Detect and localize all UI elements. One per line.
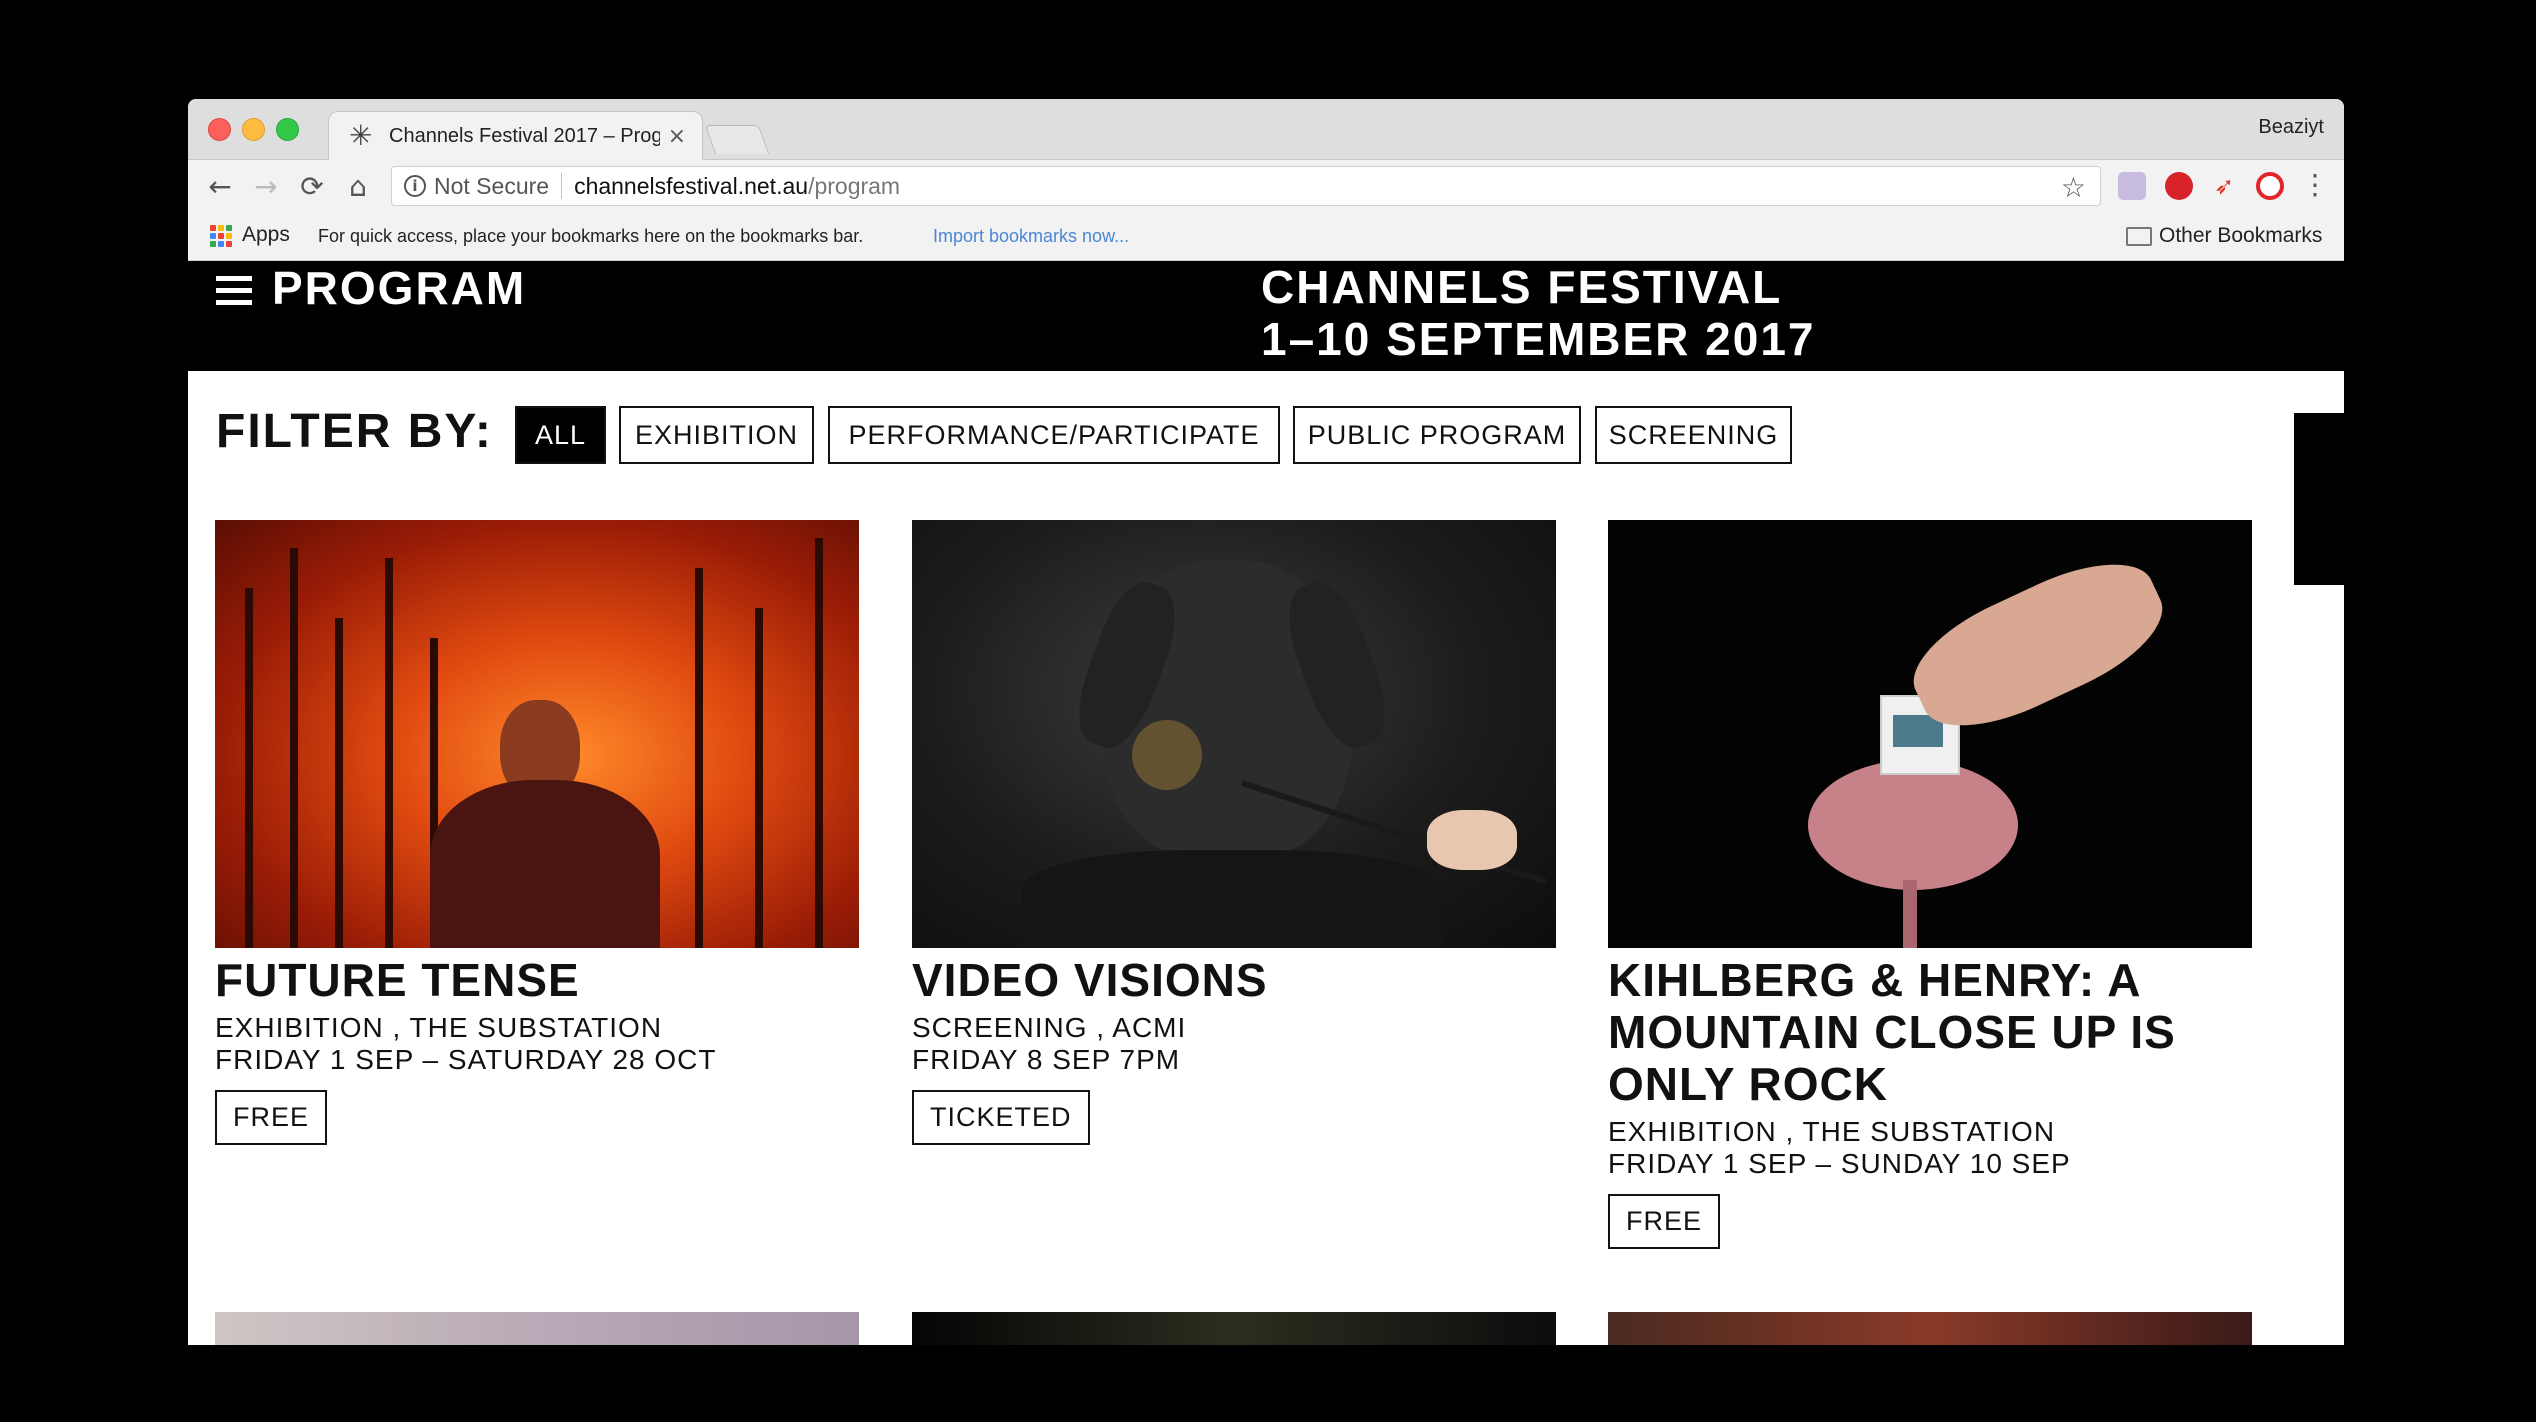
tab-strip: ✳ Channels Festival 2017 – Progr × Beazi… — [188, 99, 2344, 160]
home-icon[interactable]: ⌂ — [340, 168, 376, 204]
import-bookmarks-link[interactable]: Import bookmarks now... — [933, 226, 1129, 247]
card-image-partial[interactable] — [1608, 1312, 2252, 1345]
apps-shortcut[interactable]: Apps — [242, 223, 290, 247]
side-tab[interactable] — [2294, 413, 2344, 585]
program-card[interactable]: FUTURE TENSE EXHIBITION , THE SUBSTATION… — [215, 520, 859, 1145]
window-controls — [208, 118, 299, 141]
address-bar[interactable]: i Not Secure channelsfestival.net.au /pr… — [391, 166, 2101, 206]
opera-extension-icon[interactable] — [2256, 172, 2284, 200]
filter-public-program-button[interactable]: PUBLIC PROGRAM — [1293, 406, 1581, 464]
filter-label: FILTER BY: — [216, 405, 493, 458]
hamburger-menu-icon[interactable] — [216, 276, 252, 306]
pinterest-icon[interactable] — [2165, 172, 2193, 200]
card-dates: FRIDAY 1 SEP – SUNDAY 10 SEP — [1608, 1148, 2071, 1179]
festival-title[interactable]: CHANNELS FESTIVAL 1–10 SEPTEMBER 2017 — [1261, 261, 1816, 365]
card-title[interactable]: FUTURE TENSE — [215, 954, 859, 1006]
card-image-brain-slide[interactable] — [1608, 520, 2252, 948]
browser-tab-active[interactable]: ✳ Channels Festival 2017 – Progr × — [328, 111, 703, 160]
page-title[interactable]: PROGRAM — [272, 261, 526, 315]
card-dates: FRIDAY 8 SEP 7PM — [912, 1044, 1181, 1075]
forward-arrow-icon[interactable]: → — [248, 168, 284, 204]
other-bookmarks[interactable]: Other Bookmarks — [2159, 224, 2322, 248]
extension-notes-icon[interactable] — [2118, 172, 2146, 200]
program-card[interactable]: VIDEO VISIONS SCREENING , ACMI FRIDAY 8 … — [912, 520, 1556, 1145]
security-status[interactable]: Not Secure — [434, 173, 549, 200]
browser-menu-icon[interactable]: ⋮ — [2301, 168, 2329, 201]
back-arrow-icon[interactable]: ← — [202, 168, 238, 204]
maximize-window-button[interactable] — [276, 118, 299, 141]
card-dates: FRIDAY 1 SEP – SATURDAY 28 OCT — [215, 1044, 717, 1075]
site-header: PROGRAM CHANNELS FESTIVAL 1–10 SEPTEMBER… — [188, 261, 2344, 371]
filter-exhibition-button[interactable]: EXHIBITION — [619, 406, 814, 464]
filter-all-button[interactable]: ALL — [515, 406, 606, 464]
card-category-venue: EXHIBITION , THE SUBSTATION — [215, 1012, 663, 1043]
asterisk-favicon-icon: ✳ — [349, 119, 373, 152]
bookmark-star-icon[interactable]: ☆ — [2061, 171, 2086, 204]
festival-name: CHANNELS FESTIVAL — [1261, 261, 1783, 313]
card-price-badge: FREE — [1608, 1194, 1721, 1249]
omnibox-divider — [561, 173, 563, 199]
card-image-dog-mask[interactable] — [912, 520, 1556, 948]
filter-performance-button[interactable]: PERFORMANCE/PARTICIPATE — [828, 406, 1280, 464]
card-category-venue: EXHIBITION , THE SUBSTATION — [1608, 1116, 2056, 1147]
card-title[interactable]: VIDEO VISIONS — [912, 954, 1556, 1006]
browser-window: ✳ Channels Festival 2017 – Progr × Beazi… — [188, 99, 2344, 1345]
profile-name[interactable]: Beaziyt — [2258, 116, 2324, 139]
info-icon[interactable]: i — [404, 175, 426, 197]
browser-toolbar: ← → ⟳ ⌂ i Not Secure channelsfestival.ne… — [188, 160, 2344, 214]
card-image-partial[interactable] — [215, 1312, 859, 1345]
new-tab-button[interactable] — [704, 125, 770, 154]
card-title[interactable]: KIHLBERG & HENRY: A MOUNTAIN CLOSE UP IS… — [1608, 954, 2252, 1110]
tab-close-icon[interactable]: × — [668, 124, 686, 149]
card-price-badge: TICKETED — [912, 1090, 1090, 1145]
minimize-window-button[interactable] — [242, 118, 265, 141]
folder-icon — [2126, 227, 2152, 246]
festival-dates: 1–10 SEPTEMBER 2017 — [1261, 313, 1816, 365]
card-image-partial[interactable] — [912, 1312, 1556, 1345]
apps-grid-icon[interactable] — [210, 225, 232, 247]
rocket-extension-icon[interactable]: ➶ — [2210, 172, 2238, 200]
card-image-bushfire[interactable] — [215, 520, 859, 948]
card-category-venue: SCREENING , ACMI — [912, 1012, 1187, 1043]
tab-title: Channels Festival 2017 – Progr — [389, 124, 660, 147]
reload-icon[interactable]: ⟳ — [294, 168, 330, 204]
close-window-button[interactable] — [208, 118, 231, 141]
bookmarks-hint: For quick access, place your bookmarks h… — [318, 226, 864, 246]
url-path: /program — [808, 172, 901, 199]
filter-screening-button[interactable]: SCREENING — [1595, 406, 1792, 464]
bookmarks-bar: Apps For quick access, place your bookma… — [188, 214, 2344, 261]
url-host: channelsfestival.net.au — [574, 172, 809, 199]
program-card[interactable]: KIHLBERG & HENRY: A MOUNTAIN CLOSE UP IS… — [1608, 520, 2252, 1249]
card-price-badge: FREE — [215, 1090, 328, 1145]
